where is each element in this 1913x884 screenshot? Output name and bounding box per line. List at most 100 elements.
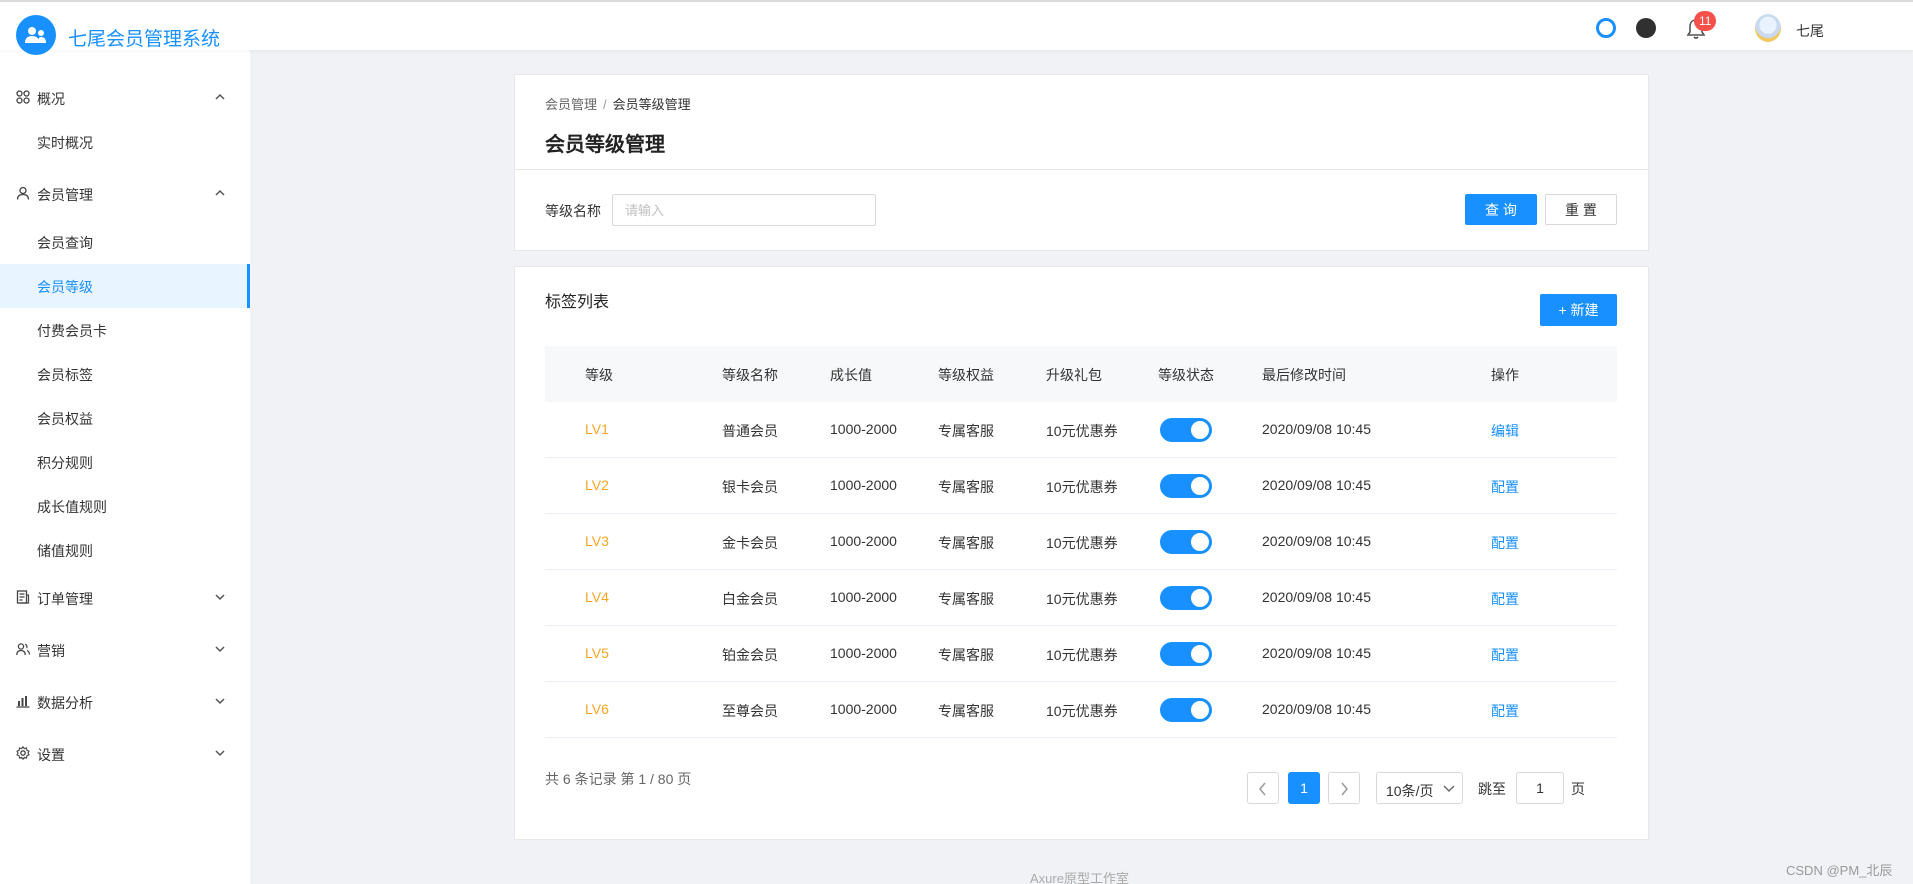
column-header-benefit: 等级权益 — [938, 367, 994, 383]
cell-gift: 10元优惠券 — [1046, 535, 1118, 551]
theme-light-toggle[interactable] — [1596, 18, 1616, 38]
sidebar-group-overview[interactable]: 概况 — [0, 76, 250, 120]
cell-benefit: 专属客服 — [938, 479, 994, 495]
level-name-label: 等级名称 — [545, 203, 601, 219]
sidebar-item-stored-value-rules[interactable]: 储值规则 — [0, 528, 250, 572]
column-header-level-name: 等级名称 — [722, 367, 778, 383]
prev-page-button[interactable] — [1247, 772, 1279, 804]
gear-icon — [16, 746, 30, 760]
page-title: 会员等级管理 — [545, 134, 665, 156]
column-header-action: 操作 — [1491, 367, 1519, 383]
status-toggle[interactable] — [1160, 642, 1212, 666]
level-name-input[interactable] — [612, 194, 876, 226]
table-header: 等级 等级名称 成长值 等级权益 升级礼包 等级状态 最后修改时间 操作 — [545, 346, 1617, 402]
status-toggle[interactable] — [1160, 698, 1212, 722]
configure-link[interactable]: 配置 — [1491, 589, 1519, 609]
configure-link[interactable]: 配置 — [1491, 477, 1519, 497]
status-toggle[interactable] — [1160, 586, 1212, 610]
sidebar-group-label: 订单管理 — [37, 591, 93, 607]
sidebar-item-points-rules[interactable]: 积分规则 — [0, 440, 250, 484]
status-toggle[interactable] — [1160, 418, 1212, 442]
cell-level-name: 普通会员 — [722, 423, 778, 439]
chevron-right-icon — [1341, 782, 1348, 796]
sidebar-group-member-management[interactable]: 会员管理 — [0, 172, 250, 216]
toggle-knob — [1191, 421, 1209, 439]
list-title: 标签列表 — [545, 294, 610, 311]
sidebar-item-growth-rules[interactable]: 成长值规则 — [0, 484, 250, 528]
avatar[interactable] — [1755, 14, 1781, 42]
sidebar-item-label: 会员权益 — [37, 411, 93, 427]
table-row: LV2 银卡会员 1000-2000 专属客服 10元优惠券 2020/09/0… — [545, 458, 1617, 514]
sidebar-group-label: 会员管理 — [37, 187, 93, 203]
sidebar-group-analytics[interactable]: 数据分析 — [0, 680, 250, 724]
breadcrumb: 会员管理 / 会员等级管理 — [545, 94, 691, 113]
edit-link[interactable]: 编辑 — [1491, 421, 1519, 441]
next-page-button[interactable] — [1328, 772, 1360, 804]
sidebar-item-label: 会员等级 — [37, 279, 93, 295]
page-size-select[interactable]: 10条/页 — [1376, 772, 1463, 804]
column-header-status: 等级状态 — [1158, 367, 1214, 383]
configure-link[interactable]: 配置 — [1491, 533, 1519, 553]
chevron-down-icon — [215, 594, 225, 601]
sidebar-group-marketing[interactable]: 营销 — [0, 628, 250, 672]
theme-dark-toggle[interactable] — [1636, 18, 1656, 38]
footer-text: Axure原型工作室 — [1030, 871, 1129, 884]
sidebar-item-member-query[interactable]: 会员查询 — [0, 220, 250, 264]
status-toggle[interactable] — [1160, 474, 1212, 498]
query-button[interactable]: 查 询 — [1465, 194, 1537, 225]
configure-link[interactable]: 配置 — [1491, 701, 1519, 721]
sidebar-group-label: 数据分析 — [37, 695, 93, 711]
chevron-up-icon — [215, 189, 225, 196]
app-title: 七尾会员管理系统 — [68, 29, 221, 50]
sidebar-item-member-tags[interactable]: 会员标签 — [0, 352, 250, 396]
table-row: LV1 普通会员 1000-2000 专属客服 10元优惠券 2020/09/0… — [545, 402, 1617, 458]
logo-icon[interactable] — [16, 15, 56, 55]
table-row: LV6 至尊会员 1000-2000 专属客服 10元优惠券 2020/09/0… — [545, 682, 1617, 738]
cell-level: LV5 — [585, 645, 609, 661]
cell-level: LV6 — [585, 701, 609, 717]
sidebar-item-label: 成长值规则 — [37, 499, 107, 515]
cell-level-name: 铂金会员 — [722, 647, 778, 663]
cell-growth: 1000-2000 — [830, 421, 897, 437]
configure-link[interactable]: 配置 — [1491, 645, 1519, 665]
cell-modified: 2020/09/08 10:45 — [1262, 701, 1371, 717]
chevron-down-icon — [215, 750, 225, 757]
chevron-up-icon — [215, 93, 225, 100]
sidebar-item-member-level[interactable]: 会员等级 — [0, 264, 250, 308]
sidebar-item-label: 储值规则 — [37, 543, 93, 559]
status-toggle[interactable] — [1160, 530, 1212, 554]
breadcrumb-parent[interactable]: 会员管理 — [545, 97, 597, 112]
user-name[interactable]: 七尾 — [1796, 21, 1824, 41]
cell-growth: 1000-2000 — [830, 533, 897, 549]
chevron-down-icon — [215, 646, 225, 653]
page-number-current[interactable]: 1 — [1288, 772, 1320, 804]
chevron-down-icon — [1443, 785, 1455, 792]
sidebar-item-paid-card[interactable]: 付费会员卡 — [0, 308, 250, 352]
sidebar-item-realtime-overview[interactable]: 实时概况 — [0, 120, 250, 164]
cell-level: LV4 — [585, 589, 609, 605]
sidebar-group-label: 概况 — [37, 91, 65, 107]
sidebar-item-label: 付费会员卡 — [37, 323, 107, 339]
sidebar-group-orders[interactable]: 订单管理 — [0, 576, 250, 620]
users-icon — [16, 643, 30, 656]
table-row: LV4 白金会员 1000-2000 专属客服 10元优惠券 2020/09/0… — [545, 570, 1617, 626]
user-icon — [16, 186, 30, 200]
cell-gift: 10元优惠券 — [1046, 591, 1118, 607]
divider — [514, 169, 1648, 170]
column-header-level: 等级 — [585, 367, 613, 383]
new-level-button[interactable]: + 新建 — [1540, 294, 1617, 326]
cell-level: LV2 — [585, 477, 609, 493]
cell-benefit: 专属客服 — [938, 647, 994, 663]
sidebar-item-label: 会员查询 — [37, 235, 93, 251]
cell-level-name: 金卡会员 — [722, 535, 778, 551]
sidebar-item-label: 实时概况 — [37, 135, 93, 151]
jump-page-input[interactable] — [1516, 772, 1564, 804]
order-icon — [16, 590, 30, 604]
sidebar: 概况 实时概况 会员管理 会员查询 会员等级 付费会员卡 会员标签 会员权益 积… — [0, 50, 250, 884]
cell-modified: 2020/09/08 10:45 — [1262, 589, 1371, 605]
sidebar-item-member-benefits[interactable]: 会员权益 — [0, 396, 250, 440]
reset-button[interactable]: 重 置 — [1545, 194, 1617, 225]
page-suffix-label: 页 — [1571, 781, 1585, 797]
cell-modified: 2020/09/08 10:45 — [1262, 477, 1371, 493]
sidebar-group-settings[interactable]: 设置 — [0, 732, 250, 776]
